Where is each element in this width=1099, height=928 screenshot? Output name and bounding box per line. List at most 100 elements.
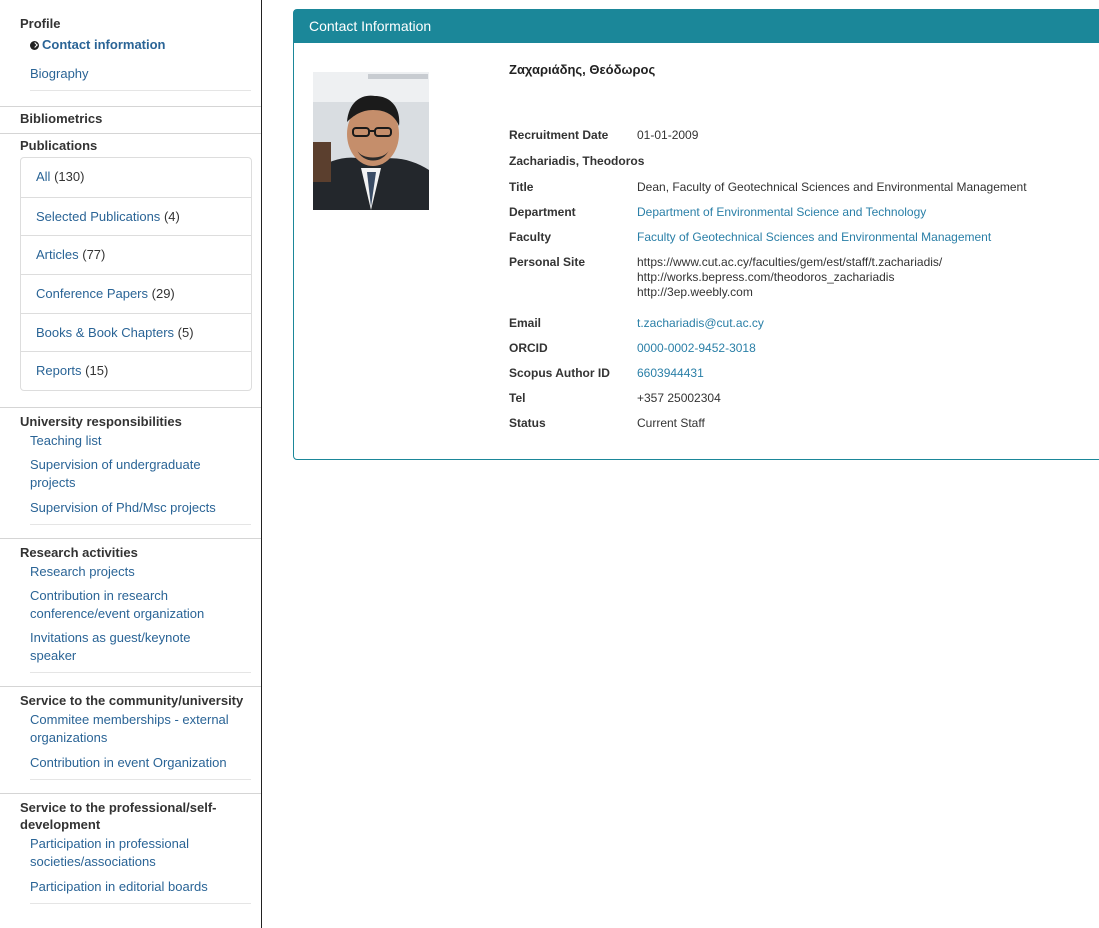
profile-photo-image [313,72,429,210]
contact-details: Ζαχαριάδης, Θεόδωρος [509,62,655,77]
table-row: Zachariadis, Theodoros [509,154,1027,180]
tel-label: Tel [509,391,526,405]
sidebar-item-committee-memberships[interactable]: Commitee memberships - external organiza… [20,709,245,750]
tel-value: +357 25002304 [637,391,721,405]
department-link[interactable]: Department of Environmental Science and … [637,205,1027,230]
name-latin: Zachariadis, Theodoros [509,154,645,168]
personal-site-link[interactable]: http://3ep.weebly.com [637,285,1027,300]
title-label: Title [509,180,534,194]
publications-list: All (130) Selected Publications (4) Arti… [20,157,252,392]
table-row: Faculty Faculty of Geotechnical Sciences… [509,230,1027,255]
personal-site-value: https://www.cut.ac.cy/faculties/gem/est/… [637,255,1027,316]
count-badge: (77) [82,247,106,263]
table-row: Scopus Author ID 6603944431 [509,366,1027,391]
count-badge: (15) [85,363,109,379]
sidebar-item-biography[interactable]: Biography [20,57,261,86]
table-row: Department Department of Environmental S… [509,205,1027,230]
chevron-circle-right-icon [30,41,39,50]
sidebar-item-label: Participation in professional societies/… [30,836,189,870]
table-row: ORCID 0000-0002-9452-3018 [509,341,1027,366]
publication-filter-articles[interactable]: Articles (77) [21,235,251,274]
sidebar-item-label: Participation in editorial boards [30,879,208,895]
personal-site-link[interactable]: http://works.bepress.com/theodoros_zacha… [637,270,1027,285]
sidebar-item-label: Biography [30,66,89,81]
sidebar-item-label: Commitee memberships - external organiza… [30,712,229,746]
sidebar-item-label: Teaching list [30,433,102,449]
list-item-label: Articles [36,247,79,263]
faculty-link[interactable]: Faculty of Geotechnical Sciences and Env… [637,230,1027,255]
name-greek: Ζαχαριάδης, Θεόδωρος [509,62,656,77]
faculty-label: Faculty [509,230,552,244]
table-row: Email t.zachariadis@cut.ac.cy [509,316,1027,341]
contact-table: Recruitment Date 01-01-2009 Zachariadis,… [509,128,1027,438]
count-badge: (4) [163,208,180,224]
email-label: Email [509,316,542,330]
publications-title: Publications [20,138,98,153]
department-label: Department [509,205,576,219]
sidebar-item-label: Research projects [30,564,135,580]
sidebar-item-invitations[interactable]: Invitations as guest/keynote speaker [20,626,220,668]
divider [30,524,251,526]
publication-filter-selected[interactable]: Selected Publications (4) [21,196,251,236]
personal-site-link[interactable]: https://www.cut.ac.cy/faculties/gem/est/… [637,255,1027,270]
status-label: Status [509,416,546,430]
community-service-title: Service to the community/university [20,693,244,709]
sidebar-item-bibliometrics[interactable]: Bibliometrics [20,110,251,127]
divider [30,903,251,905]
list-item-label: All [36,169,51,184]
table-row: Tel +357 25002304 [509,391,1027,416]
profile-photo [313,72,429,210]
publication-filter-conference-papers[interactable]: Conference Papers (29) [21,274,251,313]
sidebar-item-label: Supervision of Phd/Msc projects [30,500,216,516]
sidebar-item-editorial-boards[interactable]: Participation in editorial boards [20,874,261,899]
email-link[interactable]: t.zachariadis@cut.ac.cy [637,316,1027,341]
table-row: Status Current Staff [509,416,1027,438]
list-item-label: Reports [36,363,82,379]
orcid-label: ORCID [509,341,548,355]
sidebar-item-label: Contribution in event Organization [30,755,227,771]
table-row: Title Dean, Faculty of Geotechnical Scie… [509,180,1027,205]
publication-filter-books[interactable]: Books & Book Chapters (5) [21,312,251,352]
divider [30,779,251,781]
sidebar-item-label: Supervision of undergraduate projects [30,457,201,491]
table-row: Recruitment Date 01-01-2009 [509,128,1027,154]
profile-section: Profile [0,0,261,32]
count-badge: (5) [177,324,194,340]
scopus-link[interactable]: 6603944431 [637,366,1027,391]
list-item-label: Books & Book Chapters [36,324,175,340]
sidebar-item-contact-information[interactable]: Contact information [20,36,261,57]
sidebar-item-professional-societies[interactable]: Participation in professional societies/… [20,833,220,874]
professional-development-title: Service to the professional/self-develop… [20,800,217,833]
sidebar-item-label: Contact information [42,37,166,52]
sidebar-item-label: Invitations as guest/keynote speaker [30,630,191,664]
divider [30,90,251,91]
status-value: Current Staff [637,416,705,430]
divider [30,672,251,674]
sidebar: Profile Contact information Biography Bi… [0,0,262,928]
publication-filter-all[interactable]: All (130) [21,158,251,197]
personal-site-label: Personal Site [509,255,586,269]
list-item-label: Conference Papers [36,286,149,302]
sidebar-item-label: Contribution in research conference/even… [30,588,205,622]
profile-title: Profile [20,16,61,31]
list-item-label: Selected Publications [36,208,161,224]
sidebar-item-undergraduate-supervision[interactable]: Supervision of undergraduate projects [20,453,240,495]
sidebar-item-teaching-list[interactable]: Teaching list [20,430,261,453]
panel-heading: Contact Information [294,10,1099,43]
sidebar-item-research-projects[interactable]: Research projects [20,561,261,584]
title-value: Dean, Faculty of Geotechnical Sciences a… [637,180,1027,194]
contact-information-panel: Contact Information Ζαχαριάδης, Θεόδωρος… [293,9,1099,460]
recruitment-date-label: Recruitment Date [509,128,609,142]
university-responsibilities-title: University responsibilities [20,414,182,430]
orcid-link[interactable]: 0000-0002-9452-3018 [637,341,1027,366]
sidebar-item-event-organization[interactable]: Contribution in event Organization [20,750,261,775]
research-activities-title: Research activities [20,545,138,561]
publication-filter-reports[interactable]: Reports (15) [21,351,251,390]
scopus-label: Scopus Author ID [509,366,610,380]
table-row: Personal Site https://www.cut.ac.cy/facu… [509,255,1027,316]
sidebar-item-phd-supervision[interactable]: Supervision of Phd/Msc projects [20,495,261,520]
count-badge: (130) [54,169,85,184]
count-badge: (29) [151,286,175,302]
recruitment-date-value: 01-01-2009 [637,128,699,142]
sidebar-item-research-contribution[interactable]: Contribution in research conference/even… [20,584,240,626]
